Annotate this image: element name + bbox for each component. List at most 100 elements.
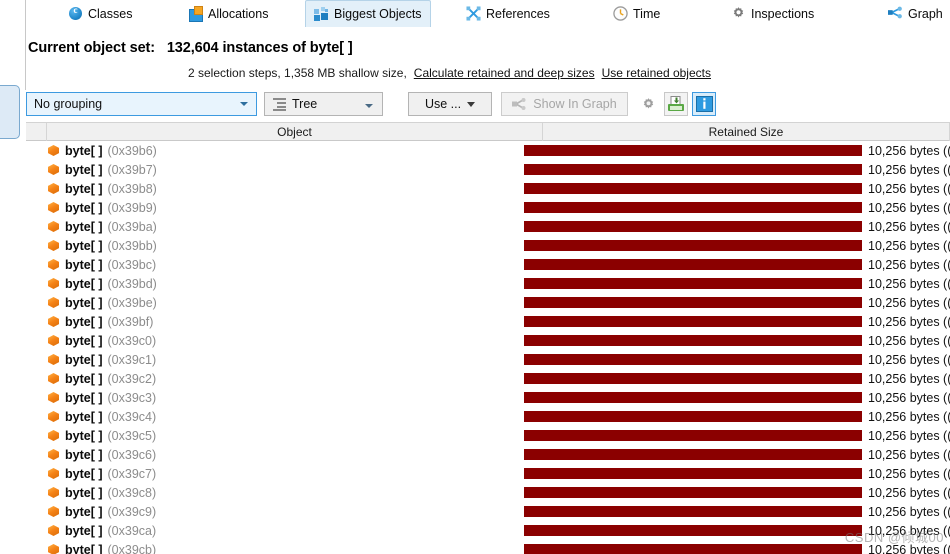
- retained-size-value: 10,256 bytes ((: [868, 257, 950, 272]
- chevron-down-icon: [365, 104, 373, 108]
- biggest-objects-view: Classes Allocations Biggest Objects Referen…: [0, 0, 950, 554]
- byte-array-icon: [47, 353, 60, 366]
- column-header[interactable]: Retained Size: [543, 123, 950, 141]
- object-name: byte[ ]: [65, 390, 103, 405]
- retained-size-value: 10,256 bytes ((: [868, 466, 950, 481]
- time-icon: [613, 6, 628, 21]
- tab-inspections[interactable]: Inspections: [723, 0, 822, 27]
- table-row[interactable]: byte[ ] (0x39c0) 10,256 bytes ((: [26, 331, 950, 350]
- selection-summary: 2 selection steps, 1,358 MB shallow size…: [188, 66, 711, 80]
- table-row[interactable]: byte[ ] (0x39c6) 10,256 bytes ((: [26, 445, 950, 464]
- byte-array-icon: [47, 448, 60, 461]
- calculate-retained-sizes-link[interactable]: Calculate retained and deep sizes: [414, 66, 595, 80]
- table-row[interactable]: byte[ ] (0x39be) 10,256 bytes ((: [26, 293, 950, 312]
- column-header[interactable]: Object: [47, 123, 543, 141]
- table-body[interactable]: byte[ ] (0x39b6) 10,256 bytes ((byte[ ] (0x…: [26, 141, 950, 554]
- tab-classes[interactable]: Classes: [60, 0, 140, 27]
- tab-allocations[interactable]: Allocations: [180, 0, 276, 27]
- biggest-objects-icon: [314, 6, 329, 22]
- retained-size-value: 10,256 bytes ((: [868, 542, 950, 554]
- column-header[interactable]: [26, 123, 47, 141]
- object-address: (0x39b7): [107, 162, 157, 177]
- table-row[interactable]: byte[ ] (0x39c4) 10,256 bytes ((: [26, 407, 950, 426]
- info-button[interactable]: [692, 92, 716, 116]
- byte-array-icon: [47, 429, 60, 442]
- object-address: (0x39c6): [107, 447, 157, 462]
- table-row[interactable]: byte[ ] (0x39c2) 10,256 bytes ((: [26, 369, 950, 388]
- byte-array-icon: [47, 334, 60, 347]
- retained-size-value: 10,256 bytes ((: [868, 371, 950, 386]
- table-row[interactable]: byte[ ] (0x39cb) 10,256 bytes ((: [26, 540, 950, 554]
- table-row[interactable]: byte[ ] (0x39b8) 10,256 bytes ((: [26, 179, 950, 198]
- object-address: (0x39bf): [107, 314, 154, 329]
- object-address: (0x39c4): [107, 409, 157, 424]
- grouping-dropdown[interactable]: No grouping: [26, 92, 257, 116]
- table-row[interactable]: byte[ ] (0x39c7) 10,256 bytes ((: [26, 464, 950, 483]
- left-side-panel-stub[interactable]: [0, 85, 20, 139]
- tab-references[interactable]: References: [458, 0, 558, 27]
- view-tabstrip: Classes Allocations Biggest Objects Referen…: [26, 0, 950, 28]
- tab-biggest-objects[interactable]: Biggest Objects: [305, 0, 431, 27]
- object-address: (0x39be): [107, 295, 157, 310]
- object-address: (0x39c3): [107, 390, 157, 405]
- table-row[interactable]: byte[ ] (0x39c9) 10,256 bytes ((: [26, 502, 950, 521]
- retained-size-bar: [524, 354, 862, 365]
- byte-array-icon: [47, 144, 60, 157]
- use-button[interactable]: Use ...: [408, 92, 492, 116]
- object-cell: byte[ ] (0x39c4): [47, 407, 156, 426]
- table-row[interactable]: byte[ ] (0x39c5) 10,256 bytes ((: [26, 426, 950, 445]
- object-address: (0x39c8): [107, 485, 157, 500]
- table-row[interactable]: byte[ ] (0x39ca) 10,256 bytes ((: [26, 521, 950, 540]
- settings-button[interactable]: [636, 92, 660, 116]
- object-cell: byte[ ] (0x39bf): [47, 312, 153, 331]
- table-row[interactable]: byte[ ] (0x39c8) 10,256 bytes ((: [26, 483, 950, 502]
- tab-time[interactable]: Time: [605, 0, 668, 27]
- table-row[interactable]: byte[ ] (0x39bf) 10,256 bytes ((: [26, 312, 950, 331]
- objects-table: Object Retained Size byte[ ] (0x39b6) 10,25…: [26, 122, 950, 554]
- graph-icon: [512, 98, 526, 110]
- table-row[interactable]: byte[ ] (0x39b9) 10,256 bytes ((: [26, 198, 950, 217]
- retained-size-bar: [524, 544, 862, 554]
- table-row[interactable]: byte[ ] (0x39b6) 10,256 bytes ((: [26, 141, 950, 160]
- object-address: (0x39c0): [107, 333, 157, 348]
- view-mode-dropdown[interactable]: Tree: [264, 92, 383, 116]
- object-cell: byte[ ] (0x39bc): [47, 255, 156, 274]
- tab-graph[interactable]: Graph: [880, 0, 950, 27]
- retained-size-value: 10,256 bytes ((: [868, 295, 950, 310]
- object-address: (0x39c7): [107, 466, 157, 481]
- object-cell: byte[ ] (0x39be): [47, 293, 157, 312]
- use-retained-objects-link[interactable]: Use retained objects: [602, 66, 711, 80]
- show-in-graph-button[interactable]: Show In Graph: [501, 92, 628, 116]
- object-cell: byte[ ] (0x39bd): [47, 274, 157, 293]
- object-cell: byte[ ] (0x39c6): [47, 445, 156, 464]
- retained-size-value: 10,256 bytes ((: [868, 276, 950, 291]
- object-name: byte[ ]: [65, 181, 103, 196]
- show-in-graph-label: Show In Graph: [533, 97, 617, 111]
- table-row[interactable]: byte[ ] (0x39ba) 10,256 bytes ((: [26, 217, 950, 236]
- object-cell: byte[ ] (0x39b6): [47, 141, 157, 160]
- object-name: byte[ ]: [65, 162, 103, 177]
- byte-array-icon: [47, 524, 60, 537]
- table-row[interactable]: byte[ ] (0x39c1) 10,256 bytes ((: [26, 350, 950, 369]
- object-name: byte[ ]: [65, 143, 103, 158]
- table-row[interactable]: byte[ ] (0x39c3) 10,256 bytes ((: [26, 388, 950, 407]
- table-row[interactable]: byte[ ] (0x39bc) 10,256 bytes ((: [26, 255, 950, 274]
- inspections-icon: [731, 6, 746, 21]
- byte-array-icon: [47, 505, 60, 518]
- object-cell: byte[ ] (0x39ca): [47, 521, 156, 540]
- object-name: byte[ ]: [65, 447, 103, 462]
- table-row[interactable]: byte[ ] (0x39bb) 10,256 bytes ((: [26, 236, 950, 255]
- table-row[interactable]: byte[ ] (0x39b7) 10,256 bytes ((: [26, 160, 950, 179]
- object-name: byte[ ]: [65, 542, 103, 554]
- byte-array-icon: [47, 277, 60, 290]
- object-name: byte[ ]: [65, 352, 103, 367]
- tab-label: Graph: [908, 6, 943, 21]
- export-snapshot-button[interactable]: [664, 92, 688, 116]
- retained-size-bar: [524, 525, 862, 536]
- object-name: byte[ ]: [65, 466, 103, 481]
- retained-size-bar: [524, 240, 862, 251]
- table-row[interactable]: byte[ ] (0x39bd) 10,256 bytes ((: [26, 274, 950, 293]
- object-cell: byte[ ] (0x39cb): [47, 540, 156, 554]
- tab-label: Time: [633, 6, 661, 21]
- object-address: (0x39c9): [107, 504, 157, 519]
